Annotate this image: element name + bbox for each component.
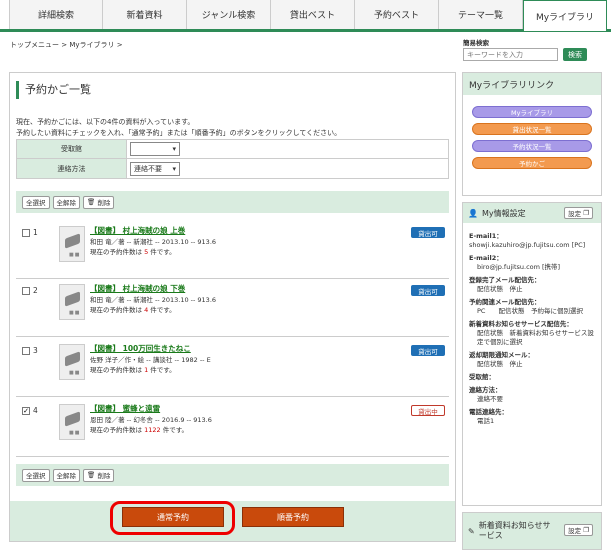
- toolbar-bottom: 全選択 全解除 🗑 削除: [16, 464, 449, 486]
- trash-icon: 🗑: [87, 198, 96, 206]
- item-checkbox[interactable]: [22, 347, 30, 355]
- item-checkbox[interactable]: [22, 287, 30, 295]
- my-info-setting-button[interactable]: 設定 ❐: [564, 207, 593, 219]
- tab-reservation-best[interactable]: 予約ベスト: [355, 0, 439, 29]
- link-reservation-basket[interactable]: 予約かご: [472, 157, 592, 169]
- window-icon: ❐: [583, 526, 589, 534]
- link-loan-status[interactable]: 貸出状況一覧: [472, 123, 592, 135]
- search-label: 簡易検索: [463, 39, 489, 47]
- book-icon: ■■: [59, 284, 85, 320]
- tab-my-library[interactable]: Myライブラリ: [523, 0, 607, 31]
- new-service-setting-button[interactable]: 設定 ❐: [564, 524, 593, 536]
- delete-button[interactable]: 🗑 削除: [83, 468, 115, 482]
- user-icon: 👤: [468, 208, 478, 218]
- tab-loan-best[interactable]: 貸出ベスト: [271, 0, 355, 29]
- deselect-all-button[interactable]: 全解除: [52, 195, 80, 209]
- reservation-form: 受取館 ▾ 連絡方法 連絡不要 ▾: [16, 139, 449, 179]
- book-icon: ■■: [59, 344, 85, 380]
- delete-button[interactable]: 🗑 削除: [83, 195, 115, 209]
- contact-label: 連絡方法: [17, 159, 127, 178]
- select-all-button[interactable]: 全選択: [22, 195, 50, 209]
- my-info-title: My情報設定: [481, 208, 526, 218]
- my-library-links: Myライブラリリンク Myライブラリ 貸出状況一覧 予約状況一覧 予約かご: [462, 72, 602, 196]
- tab-theme-list[interactable]: テーマ一覧: [439, 0, 523, 29]
- status-badge: 貸出可: [411, 285, 445, 296]
- pencil-icon: ✎: [468, 526, 475, 536]
- deselect-all-button[interactable]: 全解除: [52, 468, 80, 482]
- new-service-panel: ✎ 新着資料お知らせサービス 設定 ❐: [462, 512, 602, 550]
- list-item: 1 ■■ 【図書】 村上海賊の娘 上巻 和田 竜／著 -- 新潮社 -- 201…: [16, 225, 449, 279]
- status-badge: 貸出中: [411, 405, 445, 416]
- my-info-panel: 👤 My情報設定 設定 ❐ E-mail1： showji.kazuhiro@j…: [462, 202, 602, 506]
- normal-reserve-button[interactable]: 通常予約: [122, 507, 224, 527]
- link-reservation-status[interactable]: 予約状況一覧: [472, 140, 592, 152]
- search-input[interactable]: [463, 48, 558, 61]
- intro-text: 現在、予約かごには、以下の4件の資料が入っています。 予約したい資料にチェックを…: [16, 118, 342, 137]
- contact-select[interactable]: 連絡不要 ▾: [130, 161, 180, 176]
- top-navigation: 詳細検索 新着資料 ジャンル検索 貸出ベスト 予約ベスト テーマ一覧 Myライブ…: [0, 0, 611, 32]
- status-badge: 貸出可: [411, 345, 445, 356]
- quick-search: 簡易検索 検索: [463, 37, 603, 61]
- list-item: 3 ■■ 【図書】 100万回生きたねこ 佐野 洋子／作・絵 -- 講談社 --…: [16, 343, 449, 397]
- chevron-down-icon: ▾: [172, 164, 176, 173]
- status-badge: 貸出可: [411, 227, 445, 238]
- main-panel: 予約かご一覧 現在、予約かごには、以下の4件の資料が入っています。 予約したい資…: [9, 72, 456, 542]
- search-button[interactable]: 検索: [563, 48, 587, 61]
- toolbar-top: 全選択 全解除 🗑 削除: [16, 191, 449, 213]
- select-all-button[interactable]: 全選択: [22, 468, 50, 482]
- item-checkbox[interactable]: [22, 229, 30, 237]
- trash-icon: 🗑: [87, 471, 96, 479]
- item-title-link[interactable]: 【図書】 村上海賊の娘 下巻: [90, 283, 185, 294]
- tab-advanced-search[interactable]: 詳細検索: [9, 0, 103, 29]
- new-service-title: 新着資料お知らせサービス: [478, 521, 551, 540]
- order-reserve-button[interactable]: 順番予約: [242, 507, 344, 527]
- item-title-link[interactable]: 【図書】 蜜蜂と遠雷: [90, 403, 160, 414]
- window-icon: ❐: [583, 209, 589, 217]
- pickup-label: 受取館: [17, 140, 127, 158]
- breadcrumb[interactable]: トップメニュー > Myライブラリ >: [10, 40, 123, 50]
- links-title: Myライブラリリンク: [463, 73, 601, 95]
- book-icon: ■■: [59, 404, 85, 440]
- action-bar: 通常予約 順番予約: [10, 501, 455, 541]
- book-icon: ■■: [59, 226, 85, 262]
- tab-new-materials[interactable]: 新着資料: [103, 0, 187, 29]
- link-my-library[interactable]: Myライブラリ: [472, 106, 592, 118]
- list-item: 2 ■■ 【図書】 村上海賊の娘 下巻 和田 竜／著 -- 新潮社 -- 201…: [16, 283, 449, 337]
- item-title-link[interactable]: 【図書】 100万回生きたねこ: [90, 343, 191, 354]
- item-checkbox[interactable]: ✓: [22, 407, 30, 415]
- page-title: 予約かご一覧: [16, 81, 91, 99]
- list-item: ✓ 4 ■■ 【図書】 蜜蜂と遠雷 恩田 陸／著 -- 幻冬舎 -- 2016.…: [16, 403, 449, 457]
- pickup-select[interactable]: ▾: [130, 142, 180, 156]
- chevron-down-icon: ▾: [172, 145, 176, 153]
- item-title-link[interactable]: 【図書】 村上海賊の娘 上巻: [90, 225, 185, 236]
- tab-genre-search[interactable]: ジャンル検索: [187, 0, 271, 29]
